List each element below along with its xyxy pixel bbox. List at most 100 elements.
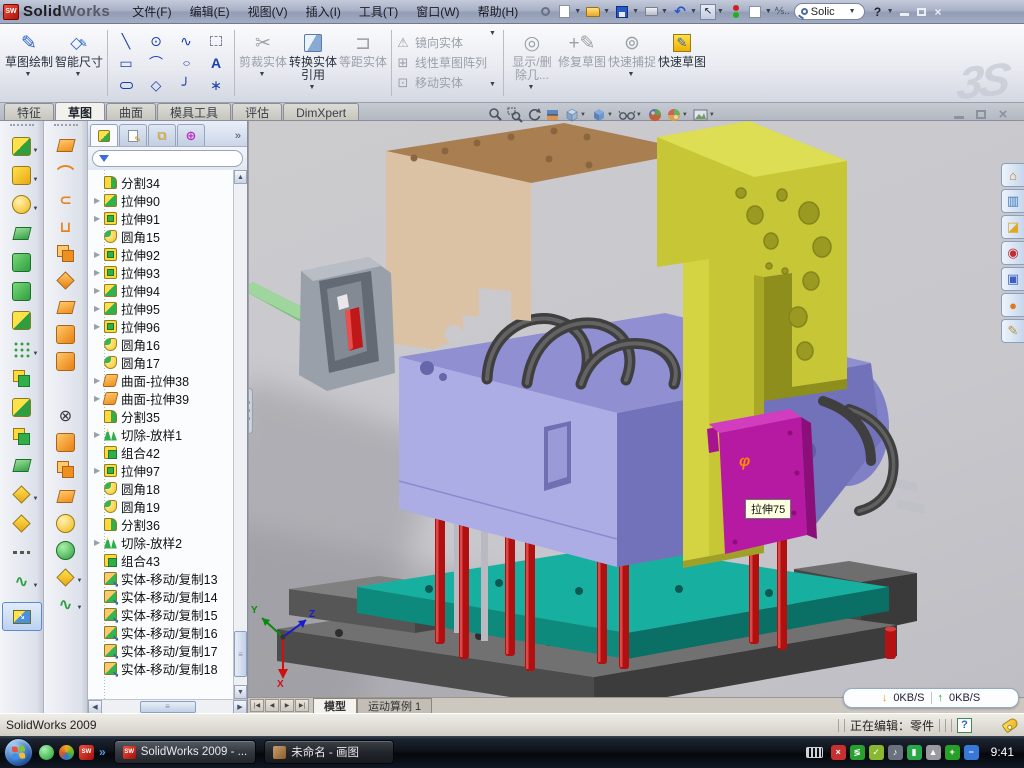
app-restore-button[interactable] — [913, 4, 930, 19]
update-check-tray-icon[interactable]: ✓ — [869, 745, 884, 760]
expand-arrow-icon[interactable]: ▶ — [94, 466, 104, 475]
zoom-fit-icon[interactable] — [488, 107, 504, 123]
tree-item[interactable]: ▶ 拉伸94 — [94, 281, 233, 299]
instant3d-tool[interactable] — [2, 602, 42, 631]
filled-surface-tool[interactable]: ▼ — [46, 267, 86, 294]
tree-item[interactable]: ▶ 组合42 — [94, 443, 233, 461]
tree-item[interactable]: ▶ 拉伸97 — [94, 461, 233, 479]
extruded-surface-tool[interactable]: ▼ — [46, 132, 86, 159]
tree-item[interactable]: ▶ 切除-放样1 — [94, 425, 233, 443]
tree-item[interactable]: ▶ 拉伸90 — [94, 191, 233, 209]
doc-minimize-icon[interactable] — [952, 107, 966, 121]
slot-tool-icon[interactable] — [111, 74, 141, 96]
select-cursor-icon[interactable]: ↖ — [700, 4, 716, 20]
point-tool-icon[interactable] — [201, 74, 231, 96]
delete-face-tool[interactable]: ▼ — [46, 402, 86, 429]
scroll-thumb[interactable]: ≡ — [234, 631, 247, 677]
ribbon-tab[interactable]: 评估 — [232, 103, 282, 120]
polygon-tool-icon[interactable] — [141, 74, 171, 96]
planar-surface-tool[interactable]: ▼ — [46, 294, 86, 321]
quick-snaps-button[interactable]: ⊚ 快速捕捉 ▼ — [607, 28, 657, 98]
view-settings-icon[interactable]: ▼ — [693, 107, 717, 123]
appearances-scenes-tab[interactable]: ● — [1001, 293, 1024, 317]
last-tab-icon[interactable]: ▶| — [295, 699, 309, 712]
lofted-surface-tool[interactable]: ▼ — [46, 213, 86, 240]
rectangle-tool-icon[interactable] — [111, 52, 141, 74]
knit-surface-tool[interactable]: ▼ — [46, 510, 86, 537]
rebuild-traffic-light-icon[interactable] — [727, 3, 745, 21]
help-icon[interactable]: ? — [869, 3, 887, 21]
tree-item[interactable]: ▶ 拉伸91 — [94, 209, 233, 227]
tree-item[interactable]: ▶ 切除-放样2 — [94, 533, 233, 551]
expand-arrow-icon[interactable]: ▶ — [94, 286, 104, 295]
tag-icon[interactable] — [1001, 717, 1019, 734]
menu-item[interactable]: 窗口(W) — [408, 1, 467, 22]
new-file-icon[interactable] — [555, 3, 573, 21]
tree-item[interactable]: ▶ 拉伸92 — [94, 245, 233, 263]
axis-tool[interactable]: ▼ — [2, 538, 42, 567]
combine-tool[interactable]: ▼ — [2, 422, 42, 451]
move-entities-button[interactable]: 移动实体 — [395, 74, 487, 91]
start-button[interactable] — [4, 738, 33, 767]
view-palette-tab[interactable]: ▣ — [1001, 267, 1024, 291]
menu-item[interactable]: 工具(T) — [351, 1, 406, 22]
rapid-sketch-button[interactable]: 快速草图 — [657, 28, 707, 98]
smart-dimension-button[interactable]: 智能尺寸 ▼ — [54, 28, 104, 98]
revolve-tool[interactable]: ▼ — [2, 248, 42, 277]
mirror-entities-button[interactable]: 镜向实体 — [395, 34, 487, 51]
print-icon[interactable] — [642, 3, 660, 21]
reference-geometry-tool[interactable]: ▼ — [2, 480, 42, 509]
linear-sketch-pattern-button[interactable]: 线性草图阵列 — [395, 54, 487, 71]
tree-filter-input[interactable] — [92, 150, 243, 167]
tree-item[interactable]: ▶ 拉伸93 — [94, 263, 233, 281]
open-file-icon[interactable] — [584, 3, 602, 21]
tree-item[interactable]: ▶ 分割35 — [94, 407, 233, 425]
ribbon-tab[interactable]: 草图 — [55, 102, 105, 120]
model-tab[interactable]: 模型 — [313, 698, 357, 713]
rotate-view-icon[interactable] — [526, 107, 542, 123]
menu-item[interactable]: 文件(F) — [124, 1, 179, 22]
ribbon-tab[interactable]: 特征 — [4, 103, 54, 120]
arc-tool-icon[interactable] — [141, 52, 171, 74]
extend-surface-tool[interactable]: ▼ — [46, 456, 86, 483]
solidworks-search-tab[interactable]: ◉ — [1001, 241, 1024, 265]
expand-arrow-icon[interactable]: ▶ — [94, 430, 104, 439]
tree-item[interactable]: ▶ 拉伸96 — [94, 317, 233, 335]
mirror-tool[interactable]: ▼ — [2, 364, 42, 393]
tree-item[interactable]: ▶ 圆角16 — [94, 335, 233, 353]
thicken-tool[interactable]: ▼ — [46, 537, 86, 564]
expand-arrow-icon[interactable]: ▶ — [94, 322, 104, 331]
replace-face-tool[interactable]: ▼ — [46, 429, 86, 456]
tree-item[interactable]: ▶ 圆角17 — [94, 353, 233, 371]
solidworks-quick-icon[interactable]: SW — [79, 745, 94, 760]
panel-overflow-chevron[interactable]: » — [235, 130, 245, 146]
curve-tool[interactable]: ▼ — [2, 567, 42, 596]
solidworks-resources-tab[interactable]: ⌂ — [1001, 163, 1024, 187]
app-close-button[interactable]: × — [930, 4, 947, 19]
tree-item[interactable]: ▶ 曲面-拉伸38 — [94, 371, 233, 389]
keyboard-layout-icon[interactable] — [806, 747, 823, 758]
revolved-surface-tool[interactable]: ▼ — [46, 159, 86, 186]
taskbar-window-solidworks[interactable]: SW SolidWorks 2009 - ... — [114, 740, 257, 764]
tree-item[interactable]: ▶ 实体-移动/复制13 — [94, 569, 233, 587]
panel-splitter-handle[interactable]: ◂◂◂ — [248, 388, 253, 434]
network-status-tray-icon[interactable]: ▮ — [907, 745, 922, 760]
custom-properties-tab[interactable]: ✎ — [1001, 319, 1024, 343]
app-minimize-button[interactable] — [896, 4, 913, 19]
feature-manager-tab[interactable] — [90, 124, 118, 146]
motion-study-tab[interactable]: 运动算例 1 — [357, 698, 432, 713]
boundary-surface-tool[interactable]: ▼ — [46, 240, 86, 267]
tree-item[interactable]: ▶ 圆角15 — [94, 227, 233, 245]
tree-item[interactable]: ▶ 实体-移动/复制14 — [94, 587, 233, 605]
extrude-cut-tool[interactable]: ▼ — [2, 161, 42, 190]
tree-item[interactable]: ▶ 实体-移动/复制17 — [94, 641, 233, 659]
tree-item[interactable]: ▶ 圆角18 — [94, 479, 233, 497]
quick-launch-overflow-chevron[interactable]: » — [99, 745, 106, 759]
sketch-fillet-tool-icon[interactable] — [171, 74, 201, 96]
security-alert-tray-icon[interactable]: × — [831, 745, 846, 760]
sync-ball-tray-icon[interactable]: − — [964, 745, 979, 760]
expand-arrow-icon[interactable]: ▶ — [94, 304, 104, 313]
spline-tool-icon[interactable] — [171, 30, 201, 52]
tree-item[interactable]: ▶ 拉伸95 — [94, 299, 233, 317]
ruled-surface-tool[interactable]: ▼ — [46, 375, 86, 402]
